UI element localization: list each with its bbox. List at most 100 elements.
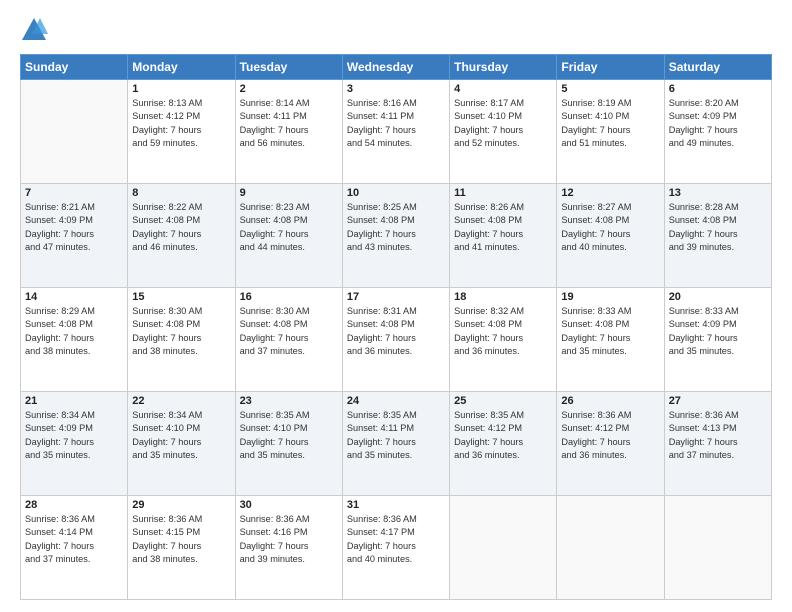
day-number: 11: [454, 187, 552, 199]
day-number: 26: [561, 395, 659, 407]
page: SundayMondayTuesdayWednesdayThursdayFrid…: [0, 0, 792, 612]
calendar-cell: 17Sunrise: 8:31 AM Sunset: 4:08 PM Dayli…: [342, 288, 449, 392]
calendar-cell: 19 Sunrise: 8:33 AM Sunset: 4:08 PM Dayli…: [557, 288, 664, 392]
day-number: 3: [347, 83, 445, 95]
calendar-cell: 4Sunrise: 8:17 AM Sunset: 4:10 PM Daylig…: [450, 80, 557, 184]
day-info: Sunrise: 8:29 AM Sunset: 4:08 PM Dayligh…: [25, 305, 123, 358]
calendar-cell: 14 Sunrise: 8:29 AM Sunset: 4:08 PM Dayli…: [21, 288, 128, 392]
calendar-cell: 10 Sunrise: 8:25 AM Sunset: 4:08 PM Dayli…: [342, 184, 449, 288]
calendar-cell: 12 Sunrise: 8:27 AM Sunset: 4:08 PM Dayli…: [557, 184, 664, 288]
calendar-cell: 20Sunrise: 8:33 AM Sunset: 4:09 PM Dayli…: [664, 288, 771, 392]
day-number: 4: [454, 83, 552, 95]
calendar-cell: 24 Sunrise: 8:35 AM Sunset: 4:11 PM Dayli…: [342, 392, 449, 496]
calendar-cell: 25 Sunrise: 8:35 AM Sunset: 4:12 PM Dayli…: [450, 392, 557, 496]
calendar-table: SundayMondayTuesdayWednesdayThursdayFrid…: [20, 54, 772, 600]
day-number: 15: [132, 291, 230, 303]
day-number: 22: [132, 395, 230, 407]
day-number: 13: [669, 187, 767, 199]
calendar-week-row: 14 Sunrise: 8:29 AM Sunset: 4:08 PM Dayli…: [21, 288, 772, 392]
day-info: Sunrise: 8:30 AM Sunset: 4:08 PM Dayligh…: [240, 305, 338, 358]
day-number: 27: [669, 395, 767, 407]
calendar-cell: 9 Sunrise: 8:23 AM Sunset: 4:08 PM Daylig…: [235, 184, 342, 288]
day-number: 7: [25, 187, 123, 199]
day-info: Sunrise: 8:34 AM Sunset: 4:09 PM Dayligh…: [25, 409, 123, 462]
calendar-cell: [557, 496, 664, 600]
day-number: 21: [25, 395, 123, 407]
calendar-cell: 21 Sunrise: 8:34 AM Sunset: 4:09 PM Dayli…: [21, 392, 128, 496]
day-number: 24: [347, 395, 445, 407]
day-number: 8: [132, 187, 230, 199]
weekday-header-thursday: Thursday: [450, 55, 557, 80]
weekday-header-wednesday: Wednesday: [342, 55, 449, 80]
day-info: Sunrise: 8:30 AM Sunset: 4:08 PM Dayligh…: [132, 305, 230, 358]
day-info: Sunrise: 8:25 AM Sunset: 4:08 PM Dayligh…: [347, 201, 445, 254]
day-info: Sunrise: 8:36 AM Sunset: 4:17 PM Dayligh…: [347, 513, 445, 566]
weekday-header-row: SundayMondayTuesdayWednesdayThursdayFrid…: [21, 55, 772, 80]
day-info: Sunrise: 8:36 AM Sunset: 4:15 PM Dayligh…: [132, 513, 230, 566]
calendar-cell: [21, 80, 128, 184]
logo-icon: [20, 16, 48, 44]
calendar-cell: 29Sunrise: 8:36 AM Sunset: 4:15 PM Dayli…: [128, 496, 235, 600]
day-info: Sunrise: 8:22 AM Sunset: 4:08 PM Dayligh…: [132, 201, 230, 254]
day-info: Sunrise: 8:32 AM Sunset: 4:08 PM Dayligh…: [454, 305, 552, 358]
day-number: 9: [240, 187, 338, 199]
calendar-cell: 30 Sunrise: 8:36 AM Sunset: 4:16 PM Dayli…: [235, 496, 342, 600]
day-info: Sunrise: 8:23 AM Sunset: 4:08 PM Dayligh…: [240, 201, 338, 254]
calendar-cell: 5 Sunrise: 8:19 AM Sunset: 4:10 PM Daylig…: [557, 80, 664, 184]
header: [20, 16, 772, 44]
day-info: Sunrise: 8:21 AM Sunset: 4:09 PM Dayligh…: [25, 201, 123, 254]
calendar-cell: [664, 496, 771, 600]
day-info: Sunrise: 8:33 AM Sunset: 4:08 PM Dayligh…: [561, 305, 659, 358]
day-info: Sunrise: 8:20 AM Sunset: 4:09 PM Dayligh…: [669, 97, 767, 150]
day-info: Sunrise: 8:36 AM Sunset: 4:16 PM Dayligh…: [240, 513, 338, 566]
calendar-cell: 26 Sunrise: 8:36 AM Sunset: 4:12 PM Dayli…: [557, 392, 664, 496]
day-number: 19: [561, 291, 659, 303]
day-number: 16: [240, 291, 338, 303]
day-info: Sunrise: 8:27 AM Sunset: 4:08 PM Dayligh…: [561, 201, 659, 254]
day-number: 1: [132, 83, 230, 95]
calendar-cell: 22Sunrise: 8:34 AM Sunset: 4:10 PM Dayli…: [128, 392, 235, 496]
day-number: 23: [240, 395, 338, 407]
calendar-cell: 28Sunrise: 8:36 AM Sunset: 4:14 PM Dayli…: [21, 496, 128, 600]
calendar-cell: 13 Sunrise: 8:28 AM Sunset: 4:08 PM Dayli…: [664, 184, 771, 288]
day-number: 18: [454, 291, 552, 303]
weekday-header-sunday: Sunday: [21, 55, 128, 80]
day-info: Sunrise: 8:35 AM Sunset: 4:11 PM Dayligh…: [347, 409, 445, 462]
weekday-header-tuesday: Tuesday: [235, 55, 342, 80]
calendar-week-row: 21 Sunrise: 8:34 AM Sunset: 4:09 PM Dayli…: [21, 392, 772, 496]
day-number: 12: [561, 187, 659, 199]
day-info: Sunrise: 8:13 AM Sunset: 4:12 PM Dayligh…: [132, 97, 230, 150]
calendar-cell: 6Sunrise: 8:20 AM Sunset: 4:09 PM Daylig…: [664, 80, 771, 184]
day-number: 5: [561, 83, 659, 95]
calendar-cell: [450, 496, 557, 600]
calendar-cell: 18 Sunrise: 8:32 AM Sunset: 4:08 PM Dayli…: [450, 288, 557, 392]
logo: [20, 16, 52, 44]
day-info: Sunrise: 8:33 AM Sunset: 4:09 PM Dayligh…: [669, 305, 767, 358]
day-info: Sunrise: 8:35 AM Sunset: 4:10 PM Dayligh…: [240, 409, 338, 462]
calendar-cell: 7 Sunrise: 8:21 AM Sunset: 4:09 PM Daylig…: [21, 184, 128, 288]
calendar-cell: 15 Sunrise: 8:30 AM Sunset: 4:08 PM Dayli…: [128, 288, 235, 392]
day-number: 31: [347, 499, 445, 511]
day-info: Sunrise: 8:36 AM Sunset: 4:14 PM Dayligh…: [25, 513, 123, 566]
day-info: Sunrise: 8:36 AM Sunset: 4:12 PM Dayligh…: [561, 409, 659, 462]
day-info: Sunrise: 8:19 AM Sunset: 4:10 PM Dayligh…: [561, 97, 659, 150]
day-info: Sunrise: 8:14 AM Sunset: 4:11 PM Dayligh…: [240, 97, 338, 150]
day-number: 25: [454, 395, 552, 407]
calendar-cell: 3 Sunrise: 8:16 AM Sunset: 4:11 PM Daylig…: [342, 80, 449, 184]
calendar-cell: 11Sunrise: 8:26 AM Sunset: 4:08 PM Dayli…: [450, 184, 557, 288]
calendar-week-row: 1 Sunrise: 8:13 AM Sunset: 4:12 PM Daylig…: [21, 80, 772, 184]
day-number: 30: [240, 499, 338, 511]
weekday-header-friday: Friday: [557, 55, 664, 80]
weekday-header-saturday: Saturday: [664, 55, 771, 80]
day-number: 14: [25, 291, 123, 303]
calendar-cell: 23 Sunrise: 8:35 AM Sunset: 4:10 PM Dayli…: [235, 392, 342, 496]
calendar-week-row: 7 Sunrise: 8:21 AM Sunset: 4:09 PM Daylig…: [21, 184, 772, 288]
day-info: Sunrise: 8:28 AM Sunset: 4:08 PM Dayligh…: [669, 201, 767, 254]
calendar-cell: 8 Sunrise: 8:22 AM Sunset: 4:08 PM Daylig…: [128, 184, 235, 288]
calendar-cell: 16 Sunrise: 8:30 AM Sunset: 4:08 PM Dayli…: [235, 288, 342, 392]
day-info: Sunrise: 8:31 AM Sunset: 4:08 PM Dayligh…: [347, 305, 445, 358]
day-info: Sunrise: 8:35 AM Sunset: 4:12 PM Dayligh…: [454, 409, 552, 462]
day-number: 10: [347, 187, 445, 199]
day-info: Sunrise: 8:16 AM Sunset: 4:11 PM Dayligh…: [347, 97, 445, 150]
calendar-cell: 1 Sunrise: 8:13 AM Sunset: 4:12 PM Daylig…: [128, 80, 235, 184]
